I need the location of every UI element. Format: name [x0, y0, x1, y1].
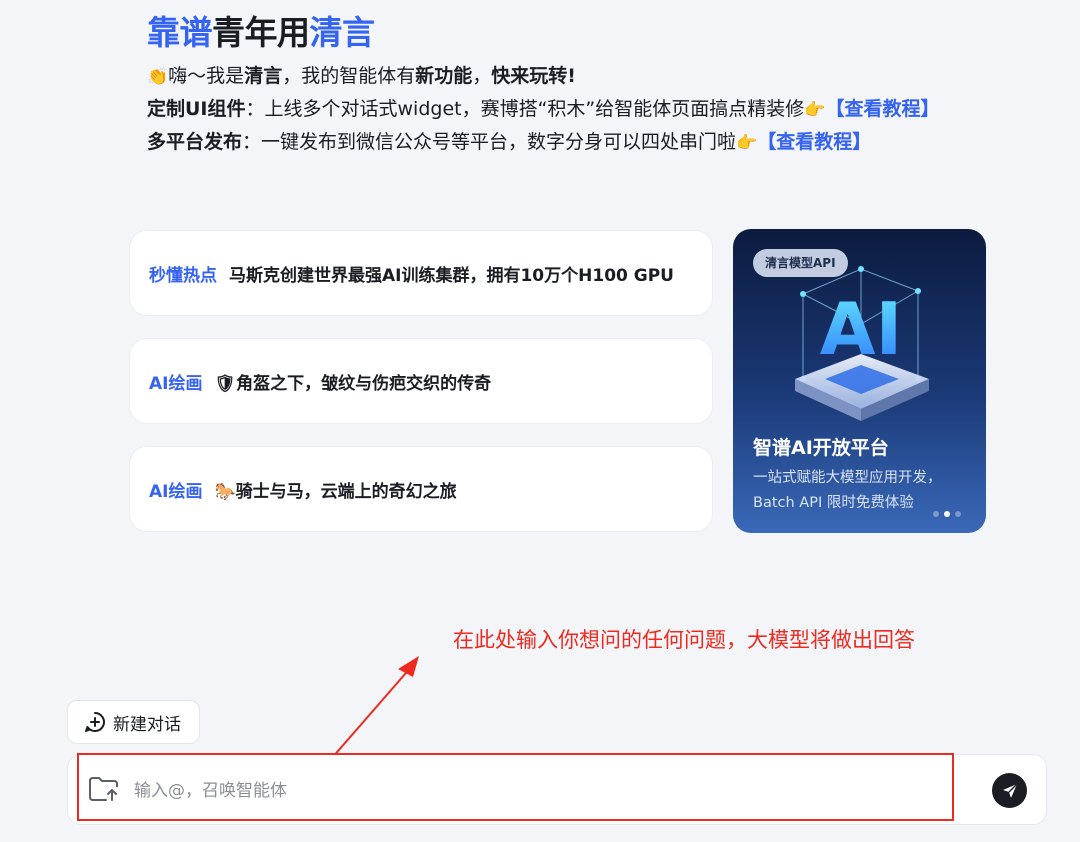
promo-subtitle: 一站式赋能大模型应用开发，Batch API 限时免费体验	[753, 470, 942, 511]
promo-title: 智谱AI开放平台	[753, 437, 889, 459]
carousel-dot-active[interactable]	[944, 511, 950, 517]
pointing-hand-icon: 👉	[736, 133, 758, 153]
greeting-text: 嗨～我是	[168, 65, 245, 87]
card-tag: AI绘画	[149, 481, 203, 502]
new-feature-text: 新功能	[415, 65, 473, 87]
carousel-dot[interactable]	[933, 511, 939, 517]
card-title: 马斯克创建世界最强AI训练集群，拥有10万个H100 GPU	[229, 265, 674, 286]
annotation-text: 在此处输入你想问的任何问题，大模型将做出回答	[453, 628, 915, 652]
intro-line-custom-ui: 定制UI组件：上线多个对话式widget，赛博搭“积木”给智能体页面搞点精装修👉…	[147, 93, 977, 126]
hero-intro: 👏嗨～我是清言，我的智能体有新功能，快来玩转! 定制UI组件：上线多个对话式wi…	[147, 60, 977, 159]
plus-chat-icon	[85, 712, 105, 732]
card-tag: 秒懂热点	[149, 265, 217, 286]
carousel-dots	[933, 511, 961, 517]
new-chat-label: 新建对话	[113, 714, 181, 735]
greeting-text-2: ，我的智能体有	[282, 65, 416, 87]
pointing-hand-icon: 👉	[804, 100, 826, 120]
attach-file-button[interactable]	[88, 775, 120, 807]
promo-banner[interactable]: AI 清言模型API 智谱AI开放平台 一站式赋能大模型应用开发，Batch A…	[733, 229, 986, 533]
hero-title-part3: 清言	[309, 13, 376, 52]
greeting-cta: 快来玩转!	[491, 65, 576, 87]
new-chat-button[interactable]: 新建对话	[67, 700, 200, 744]
promo-badge: 清言模型API	[753, 249, 848, 277]
hero-section: 靠谱青年用清言 👏嗨～我是清言，我的智能体有新功能，快来玩转! 定制UI组件：上…	[147, 12, 977, 159]
chat-input[interactable]	[134, 774, 934, 808]
greeting-text-3: ，	[472, 65, 492, 87]
card-tag: AI绘画	[149, 373, 203, 394]
publish-label: 多平台发布	[147, 131, 243, 153]
clap-icon: 👏	[147, 67, 169, 87]
publish-text: ：一键发布到微信公众号等平台，数字分身可以四处串门啦	[242, 131, 737, 153]
assistant-name: 清言	[244, 65, 283, 87]
hero-title: 靠谱青年用清言	[147, 12, 977, 54]
custom-ui-label: 定制UI组件	[147, 98, 246, 120]
intro-line-greeting: 👏嗨～我是清言，我的智能体有新功能，快来玩转!	[147, 60, 977, 93]
card-title: 🛡角盔之下，皱纹与伤疤交织的传奇	[214, 373, 492, 394]
send-button[interactable]	[992, 773, 1027, 808]
suggestion-card-ai-drawing-2[interactable]: AI绘画 🐎骑士与马，云端上的奇幻之旅	[129, 446, 713, 532]
carousel-dot[interactable]	[955, 511, 961, 517]
hero-title-part2: 青年用	[212, 13, 310, 52]
chat-home-page: 靠谱青年用清言 👏嗨～我是清言，我的智能体有新功能，快来玩转! 定制UI组件：上…	[0, 0, 1080, 842]
suggestion-card-ai-drawing-1[interactable]: AI绘画 🛡角盔之下，皱纹与伤疤交织的传奇	[129, 338, 713, 424]
custom-ui-text: ：上线多个对话式widget，赛博搭“积木”给智能体页面搞点精装修	[245, 98, 805, 120]
card-title: 🐎骑士与马，云端上的奇幻之旅	[214, 481, 457, 502]
send-icon	[1002, 783, 1017, 798]
publish-tutorial-link[interactable]: 【查看教程】	[757, 131, 871, 153]
hero-title-part1: 靠谱	[147, 13, 213, 52]
intro-line-publish: 多平台发布：一键发布到微信公众号等平台，数字分身可以四处串门啦👉【查看教程】	[147, 126, 977, 159]
custom-ui-tutorial-link[interactable]: 【查看教程】	[825, 98, 939, 120]
suggestion-card-hot-topic[interactable]: 秒懂热点 马斯克创建世界最强AI训练集群，拥有10万个H100 GPU	[129, 230, 713, 316]
ai-art-text: AI	[820, 287, 903, 371]
folder-upload-icon	[89, 777, 118, 801]
